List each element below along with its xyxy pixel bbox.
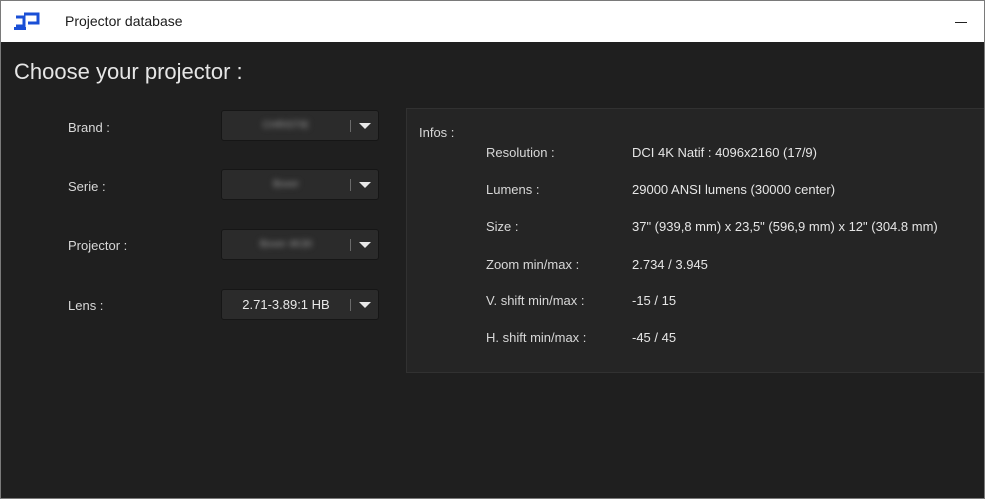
info-value-vshift: -15 / 15 — [632, 293, 677, 308]
title-bar: Projector database — [1, 1, 984, 42]
infos-title: Infos : — [419, 125, 455, 140]
info-value-size: 37" (939,8 mm) x 23,5" (596,9 mm) x 12" … — [632, 219, 938, 234]
dropdown-separator — [350, 120, 351, 132]
info-value-resolution: DCI 4K Natif : 4096x2160 (17/9) — [632, 145, 817, 160]
info-key-resolution: Resolution : — [486, 145, 555, 160]
brand-label: Brand : — [68, 120, 110, 135]
chevron-down-icon — [359, 182, 371, 188]
chevron-down-icon — [359, 123, 371, 129]
minimize-icon[interactable] — [938, 1, 984, 42]
chevron-down-icon — [359, 302, 371, 308]
info-key-size: Size : — [486, 219, 519, 234]
info-key-zoom: Zoom min/max : — [486, 257, 580, 272]
serie-dropdown-value: Boxer — [272, 179, 300, 190]
dropdown-separator — [350, 179, 351, 191]
serie-label: Serie : — [68, 179, 106, 194]
info-value-zoom: 2.734 / 3.945 — [632, 257, 708, 272]
brand-dropdown-value: CHRISTIE — [262, 120, 310, 131]
projector-dropdown-value: Boxer 4K30 — [259, 239, 313, 250]
info-value-lumens: 29000 ANSI lumens (30000 center) — [632, 182, 836, 197]
projector-dropdown[interactable]: Boxer 4K30 — [221, 229, 379, 260]
page-title: Choose your projector : — [14, 59, 243, 84]
window-title: Projector database — [65, 13, 183, 29]
info-key-vshift: V. shift min/max : — [486, 293, 585, 308]
serie-dropdown[interactable]: Boxer — [221, 169, 379, 200]
projector-database-window: Projector database Choose your projector… — [0, 0, 985, 499]
lens-label: Lens : — [68, 298, 104, 313]
dropdown-separator — [350, 239, 351, 251]
lens-dropdown[interactable]: 2.71-3.89:1 HB — [221, 289, 379, 320]
chevron-down-icon — [359, 242, 371, 248]
brand-dropdown[interactable]: CHRISTIE — [221, 110, 379, 141]
dropdown-separator — [350, 299, 351, 311]
info-key-lumens: Lumens : — [486, 182, 540, 197]
lens-dropdown-value: 2.71-3.89:1 HB — [242, 297, 330, 312]
infos-panel: Infos : Resolution : DCI 4K Natif : 4096… — [406, 108, 984, 373]
app-logo-icon — [14, 12, 40, 30]
projector-label: Projector : — [68, 238, 128, 253]
info-key-hshift: H. shift min/max : — [486, 330, 587, 345]
info-value-hshift: -45 / 45 — [632, 330, 677, 345]
